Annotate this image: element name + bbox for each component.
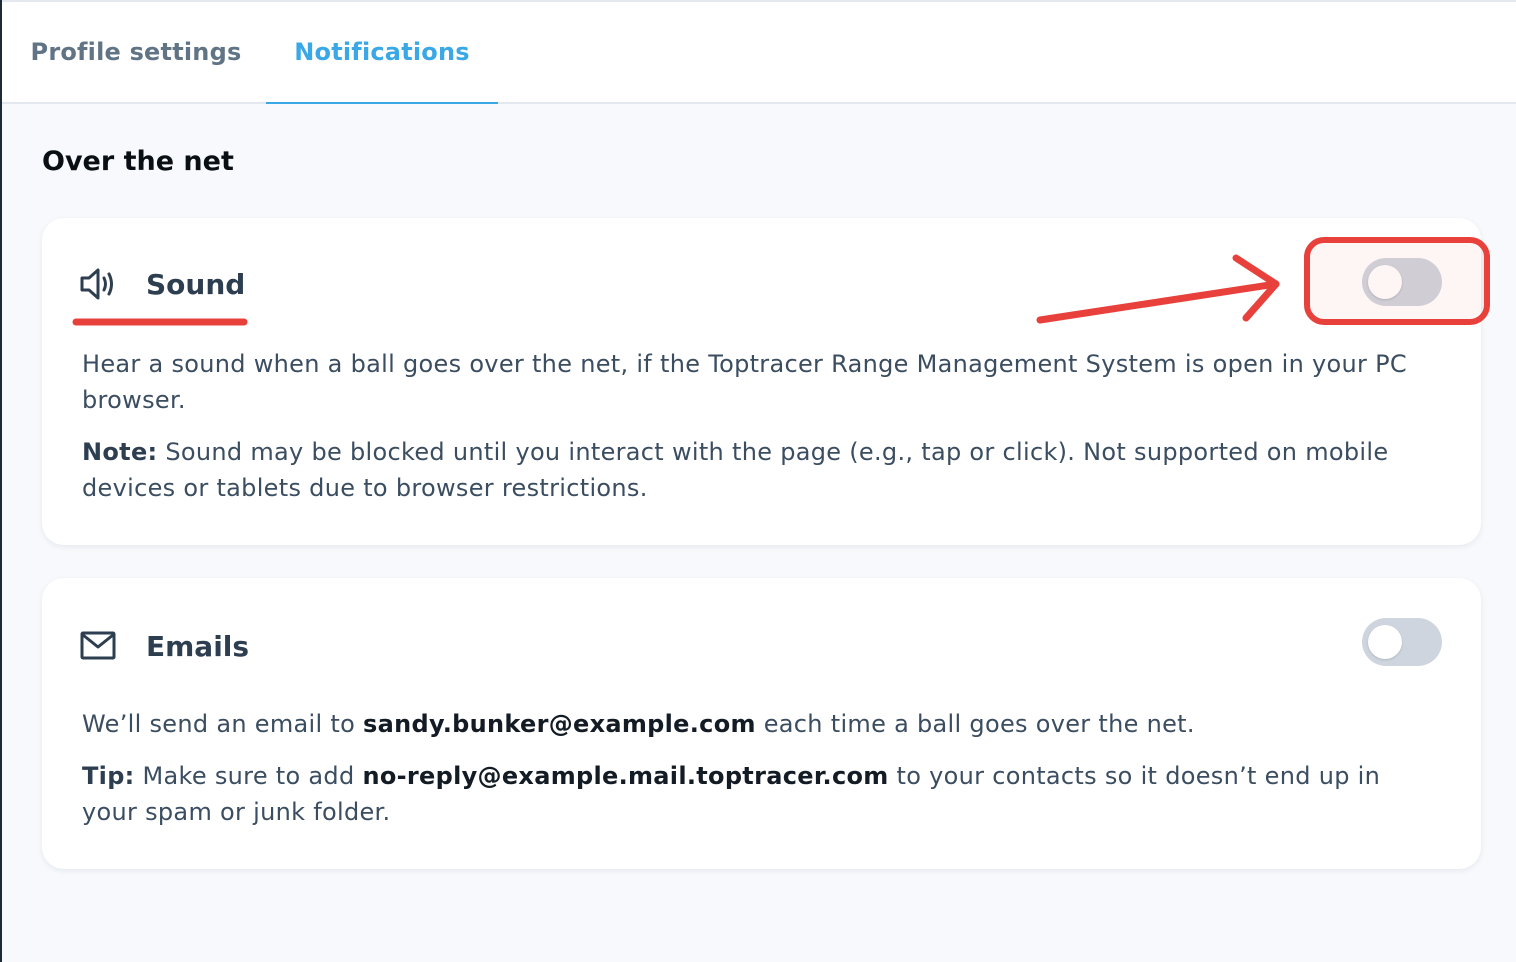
sound-description: Hear a sound when a ball goes over the n… [82, 350, 1407, 414]
sound-toggle-knob [1368, 265, 1402, 299]
emails-toggle[interactable] [1362, 618, 1442, 666]
emails-description-prefix: We’ll send an email to [82, 710, 364, 738]
emails-card: Emails We’ll send an email to sandy.bunk… [42, 578, 1481, 869]
recipient-email: sandy.bunker@example.com [363, 710, 756, 738]
emails-title: Emails [146, 630, 250, 663]
active-tab-indicator [266, 102, 498, 104]
emails-description-suffix: each time a ball goes over the net. [755, 710, 1195, 738]
sound-toggle[interactable] [1362, 258, 1442, 306]
sender-email: no-reply@example.mail.toptracer.com [362, 762, 889, 790]
sound-note-text: Sound may be blocked until you interact … [82, 438, 1389, 502]
tab-bar: Profile settings Notifications [2, 2, 1516, 104]
sound-title: Sound [146, 268, 246, 301]
emails-toggle-knob [1368, 625, 1402, 659]
speaker-icon [78, 264, 118, 304]
emails-description: We’ll send an email to sandy.bunker@exam… [82, 706, 1422, 742]
left-border [0, 0, 2, 962]
sound-card: Sound Hear a sound when a ball goes over… [42, 218, 1481, 545]
tip-prefix: Make sure to add [134, 762, 363, 790]
section-title: Over the net [42, 146, 234, 177]
tip-label: Tip: [82, 762, 135, 790]
sound-note: Note: Sound may be blocked until you int… [82, 434, 1422, 506]
tab-profile-settings[interactable]: Profile settings [22, 2, 250, 102]
emails-tip: Tip: Make sure to add no-reply@example.m… [82, 758, 1422, 830]
mail-icon [78, 626, 118, 666]
tab-notifications[interactable]: Notifications [266, 2, 498, 102]
sound-note-label: Note: [82, 438, 158, 466]
